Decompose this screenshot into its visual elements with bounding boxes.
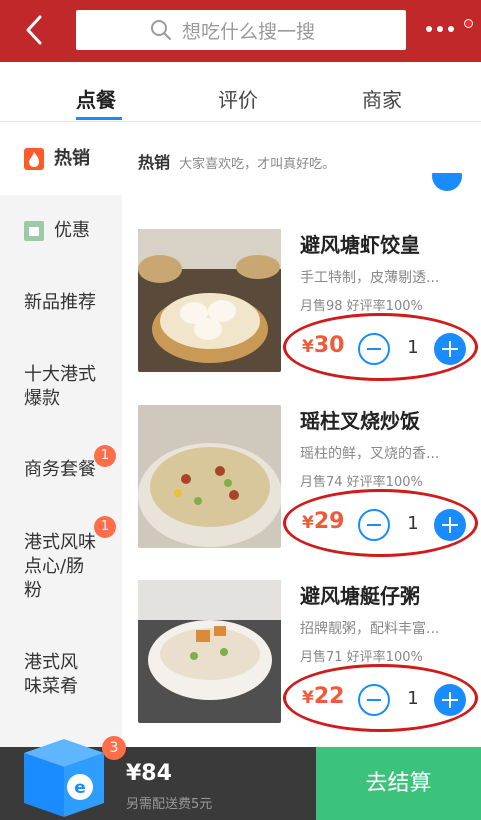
top-bar: 想吃什么搜一搜 (0, 0, 481, 62)
increase-button[interactable] (434, 509, 466, 541)
food-image (138, 405, 281, 548)
svg-text:e: e (74, 778, 86, 798)
dot-icon (426, 26, 432, 32)
sidebar-item-dimsum[interactable]: 港式风味点心/肠粉 (0, 531, 100, 603)
section-subtitle: 大家喜欢吃，才叫真好吃。 (179, 157, 336, 172)
tab-reviews[interactable]: 评价 (218, 84, 258, 113)
item-price: ¥29 (302, 509, 344, 534)
tab-merchant[interactable]: 商家 (362, 84, 402, 113)
decrease-button[interactable] (358, 333, 390, 365)
section-title: 热销 (138, 153, 171, 172)
item-description: 瑶柱的鲜，叉烧的香... (300, 446, 440, 462)
menu-item: 瑶柱叉烧炒饭 瑶柱的鲜，叉烧的香... 月售74 好评率100% ¥29 1 (138, 405, 478, 557)
sidebar-item-label: 港式风味点心/肠粉 (24, 532, 96, 601)
fried-rice-image (138, 405, 281, 548)
sidebar-item-new[interactable]: 新品推荐 (0, 291, 122, 315)
sidebar-badge: 1 (94, 445, 116, 467)
search-icon (151, 20, 171, 40)
cart-box-icon: e (24, 739, 104, 817)
cart-button[interactable]: e (18, 733, 110, 819)
search-placeholder: 想吃什么搜一搜 (182, 20, 316, 43)
quantity-value: 1 (407, 513, 419, 534)
item-name: 避风塘虾饺皇 (300, 233, 420, 257)
menu-item: 避风塘艇仔粥 招牌靓粥，配料丰富... 月售71 好评率100% ¥22 1 (138, 580, 478, 732)
price-value: 30 (313, 333, 345, 358)
sidebar-item-top10[interactable]: 十大港式爆款 (0, 363, 100, 411)
coupon-icon (24, 221, 44, 241)
sidebar-item-label: 十大港式爆款 (24, 364, 96, 409)
price-value: 29 (313, 509, 345, 534)
quantity-value: 1 (407, 337, 419, 358)
plus-button[interactable] (432, 173, 462, 191)
tab-order[interactable]: 点餐 (76, 84, 116, 113)
sidebar-item-label: 热销 (54, 148, 90, 169)
sidebar-item-label: 港式风味菜肴 (24, 652, 78, 697)
cart-total: ¥84 (126, 761, 172, 786)
checkout-button[interactable]: 去结算 (316, 747, 481, 820)
sidebar-item-dishes[interactable]: 港式风味菜肴 (0, 651, 90, 699)
item-description: 手工特制，皮薄剔透... (300, 270, 440, 286)
category-sidebar: 热销 优惠 新品推荐 十大港式爆款 商务套餐 1 港式风味点心/肠粉 1 港式风… (0, 123, 122, 747)
delivery-fee-note: 另需配送费5元 (126, 797, 213, 812)
congee-image (138, 580, 281, 723)
price-currency: ¥ (302, 513, 314, 533)
sidebar-item-hot[interactable]: 热销 (0, 123, 122, 195)
item-price: ¥30 (302, 333, 344, 358)
dumpling-image (138, 229, 281, 372)
section-header: 热销 大家喜欢吃，才叫真好吃。 (138, 149, 335, 173)
cart-bar: e 3 ¥84 另需配送费5元 去结算 (0, 736, 481, 820)
sidebar-item-promo[interactable]: 优惠 (0, 219, 122, 243)
tab-active-indicator (76, 117, 122, 120)
price-currency: ¥ (302, 688, 314, 708)
price-value: 22 (313, 684, 345, 709)
menu-item: 避风塘虾饺皇 手工特制，皮薄剔透... 月售98 好评率100% ¥30 1 (138, 229, 478, 381)
chevron-left-icon (26, 15, 42, 45)
notification-dot (464, 19, 473, 28)
sidebar-item-label: 优惠 (54, 220, 90, 241)
sidebar-item-label: 商务套餐 (24, 459, 96, 480)
decrease-button[interactable] (358, 684, 390, 716)
item-stats: 月售74 好评率100% (300, 475, 423, 490)
dot-icon (437, 26, 443, 32)
food-image (138, 580, 281, 723)
quantity-value: 1 (407, 688, 419, 709)
decrease-button[interactable] (358, 509, 390, 541)
more-menu-button[interactable] (426, 26, 454, 32)
tab-bar: 点餐 评价 商家 (0, 62, 481, 122)
price-currency: ¥ (302, 337, 314, 357)
menu-list: 热销 大家喜欢吃，才叫真好吃。 避风塘虾饺皇 手工特制，皮薄剔透... 月售98… (122, 123, 481, 747)
sidebar-badge: 1 (94, 516, 116, 538)
item-stats: 月售98 好评率100% (300, 299, 423, 314)
back-button[interactable] (18, 12, 54, 48)
cart-count-badge: 3 (102, 736, 126, 760)
item-name: 避风塘艇仔粥 (300, 584, 420, 608)
sidebar-item-label: 新品推荐 (24, 292, 96, 313)
item-name: 瑶柱叉烧炒饭 (300, 409, 420, 433)
food-image (138, 229, 281, 372)
item-description: 招牌靓粥，配料丰富... (300, 621, 440, 637)
item-stats: 月售71 好评率100% (300, 650, 423, 665)
increase-button[interactable] (434, 684, 466, 716)
dot-icon (448, 26, 454, 32)
search-input[interactable]: 想吃什么搜一搜 (76, 10, 406, 50)
item-price: ¥22 (302, 684, 344, 709)
flame-icon (24, 148, 44, 170)
increase-button[interactable] (434, 333, 466, 365)
